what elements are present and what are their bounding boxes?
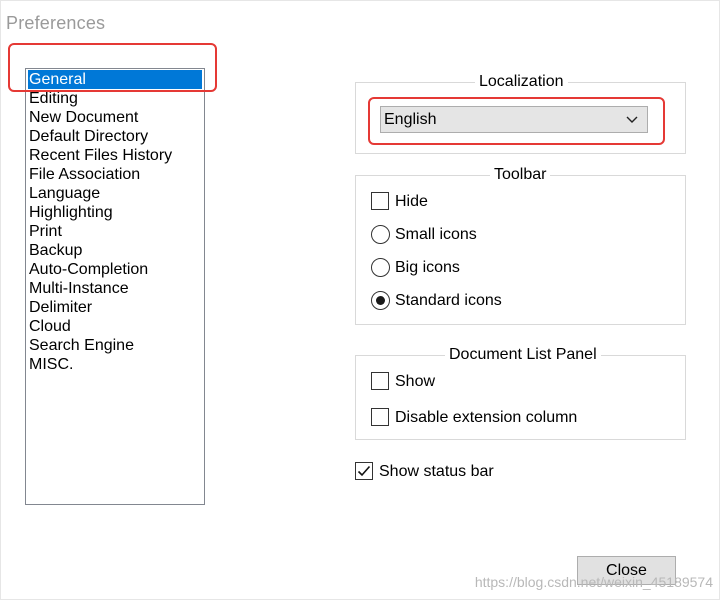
show-status-bar-label: Show status bar xyxy=(379,463,494,480)
annotation-highlight-general xyxy=(8,43,217,92)
big-icons-radio[interactable] xyxy=(371,258,390,277)
category-item[interactable]: Backup xyxy=(28,241,82,260)
document-list-panel-title: Document List Panel xyxy=(445,345,601,365)
category-item[interactable]: Language xyxy=(28,184,100,203)
window-title: Preferences xyxy=(6,13,106,33)
category-item[interactable]: New Document xyxy=(28,108,138,127)
disable-extension-checkbox[interactable] xyxy=(371,408,389,426)
category-item[interactable]: Recent Files History xyxy=(28,146,172,165)
checkmark-icon xyxy=(357,465,371,477)
category-item[interactable]: Cloud xyxy=(28,317,71,336)
category-item[interactable]: File Association xyxy=(28,165,140,184)
hide-label: Hide xyxy=(395,193,428,210)
big-icons-label: Big icons xyxy=(395,259,460,276)
small-icons-label: Small icons xyxy=(395,226,477,243)
watermark-text: https://blog.csdn.net/weixin_45189574 xyxy=(474,574,713,590)
category-list[interactable]: General Editing New Document Default Direct… xyxy=(25,68,205,505)
category-item[interactable]: Multi-Instance xyxy=(28,279,129,298)
show-status-bar-checkbox[interactable] xyxy=(355,462,373,480)
show-checkbox[interactable] xyxy=(371,372,389,390)
category-item[interactable]: Auto-Completion xyxy=(28,260,148,279)
localization-group-title: Localization xyxy=(475,72,568,92)
disable-extension-label: Disable extension column xyxy=(395,409,578,426)
small-icons-radio[interactable] xyxy=(371,225,390,244)
category-item[interactable]: Delimiter xyxy=(28,298,92,317)
category-item[interactable]: Highlighting xyxy=(28,203,113,222)
annotation-highlight-language xyxy=(368,97,665,145)
radio-selected-dot xyxy=(376,296,385,305)
standard-icons-radio[interactable] xyxy=(371,291,390,310)
category-item[interactable]: MISC. xyxy=(28,355,73,374)
standard-icons-label: Standard icons xyxy=(395,292,502,309)
hide-checkbox[interactable] xyxy=(371,192,389,210)
category-item[interactable]: Search Engine xyxy=(28,336,134,355)
show-label: Show xyxy=(395,373,436,390)
category-item[interactable]: Default Directory xyxy=(28,127,148,146)
category-item[interactable]: Print xyxy=(28,222,62,241)
toolbar-group-title: Toolbar xyxy=(490,165,551,185)
